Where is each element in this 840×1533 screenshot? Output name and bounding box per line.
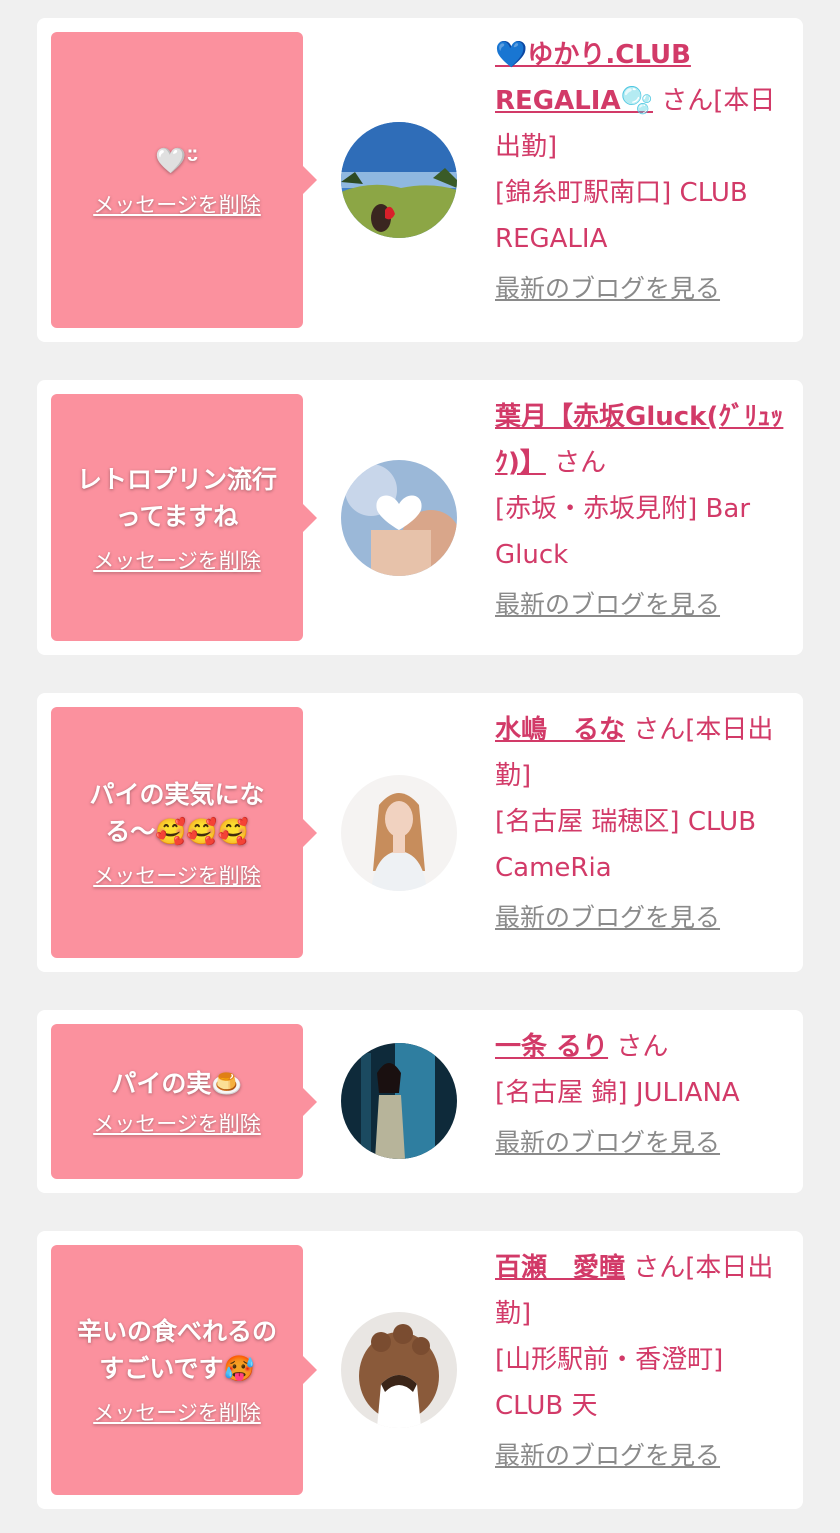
message-bubble: 🤍ᵕ̈ メッセージを削除 [51,32,317,328]
message-text: 🤍ᵕ̈ [155,145,199,175]
sender-info: 水嶋 るな さん[本日出勤] [名古屋 瑞穂区] CLUB CameRia 最新… [495,707,791,941]
latest-blog-link[interactable]: 最新のブログを見る [495,1433,791,1479]
sender-suffix: さん [554,448,607,478]
message-card: 辛いの食べれるのすごいです🥵 メッセージを削除 百瀬 愛瞳 さん[本日出勤] [… [37,1231,803,1509]
message-bubble: 辛いの食べれるのすごいです🥵 メッセージを削除 [51,1245,317,1495]
latest-blog-link[interactable]: 最新のブログを見る [495,895,791,941]
sender-suffix: さん [616,1032,669,1062]
sender-name-link[interactable]: 一条 るり [495,1032,608,1062]
shop-info: [山形駅前・香澄町] CLUB 天 [495,1345,724,1421]
shop-info: [名古屋 瑞穂区] CLUB CameRia [495,807,757,883]
delete-message-link[interactable]: メッセージを削除 [93,1108,261,1138]
avatar-portrait-photo-icon [341,775,457,891]
delete-message-link[interactable]: メッセージを削除 [93,1397,261,1427]
avatar[interactable] [341,460,457,576]
message-bubble: パイの実🍮 メッセージを削除 [51,1024,317,1179]
avatar-dress-photo-icon [341,1043,457,1159]
message-text: 辛いの食べれるのすごいです🥵 [76,1317,277,1383]
message-text: パイの実気になる〜🥰🥰🥰 [89,779,265,846]
sender-name-link[interactable]: 葉月【赤坂Gluck(ｸﾞﾘｭｯｸ)】 [495,402,783,478]
avatar[interactable] [341,1043,457,1159]
sender-name-link[interactable]: 水嶋 るな [495,715,625,745]
message-text: パイの実🍮 [111,1069,243,1098]
avatar[interactable] [341,122,457,238]
sender-info: 💙ゆかり.CLUB REGALIA🫧 さん[本日出勤] [錦糸町駅南口] CLU… [495,32,791,312]
avatar[interactable] [341,775,457,891]
message-bubble: パイの実気になる〜🥰🥰🥰 メッセージを削除 [51,707,317,958]
shop-info: [名古屋 錦] JULIANA [495,1078,740,1108]
avatar-hair-photo-icon [341,1312,457,1428]
message-card: 🤍ᵕ̈ メッセージを削除 💙ゆかり.CLUB REGALIA🫧 さん[本日出勤]… [37,18,803,342]
sender-name-link[interactable]: 百瀬 愛瞳 [495,1253,625,1283]
delete-message-link[interactable]: メッセージを削除 [93,860,261,890]
message-card: パイの実気になる〜🥰🥰🥰 メッセージを削除 水嶋 るな さん[本日出勤] [名古… [37,693,803,972]
avatar-heart-photo-icon [341,460,457,576]
latest-blog-link[interactable]: 最新のブログを見る [495,1120,791,1166]
avatar[interactable] [341,1312,457,1428]
sender-info: 葉月【赤坂Gluck(ｸﾞﾘｭｯｸ)】 さん [赤坂・赤坂見附] Bar Glu… [495,394,791,628]
sender-info: 百瀬 愛瞳 さん[本日出勤] [山形駅前・香澄町] CLUB 天 最新のブログを… [495,1245,791,1479]
avatar-park-photo-icon [341,122,457,238]
shop-info: [赤坂・赤坂見附] Bar Gluck [495,494,751,570]
delete-message-link[interactable]: メッセージを削除 [93,545,261,575]
sender-info: 一条 るり さん [名古屋 錦] JULIANA 最新のブログを見る [495,1024,791,1166]
message-card: パイの実🍮 メッセージを削除 一条 るり さん [名古屋 錦] JULIANA … [37,1010,803,1193]
latest-blog-link[interactable]: 最新のブログを見る [495,582,791,628]
message-bubble: レトロプリン流行ってますね メッセージを削除 [51,394,317,641]
message-card: レトロプリン流行ってますね メッセージを削除 葉月【赤坂Gluck(ｸﾞﾘｭｯｸ… [37,380,803,655]
shop-info: [錦糸町駅南口] CLUB REGALIA [495,178,748,254]
message-text: レトロプリン流行ってますね [76,464,277,531]
delete-message-link[interactable]: メッセージを削除 [93,189,261,219]
latest-blog-link[interactable]: 最新のブログを見る [495,266,791,312]
